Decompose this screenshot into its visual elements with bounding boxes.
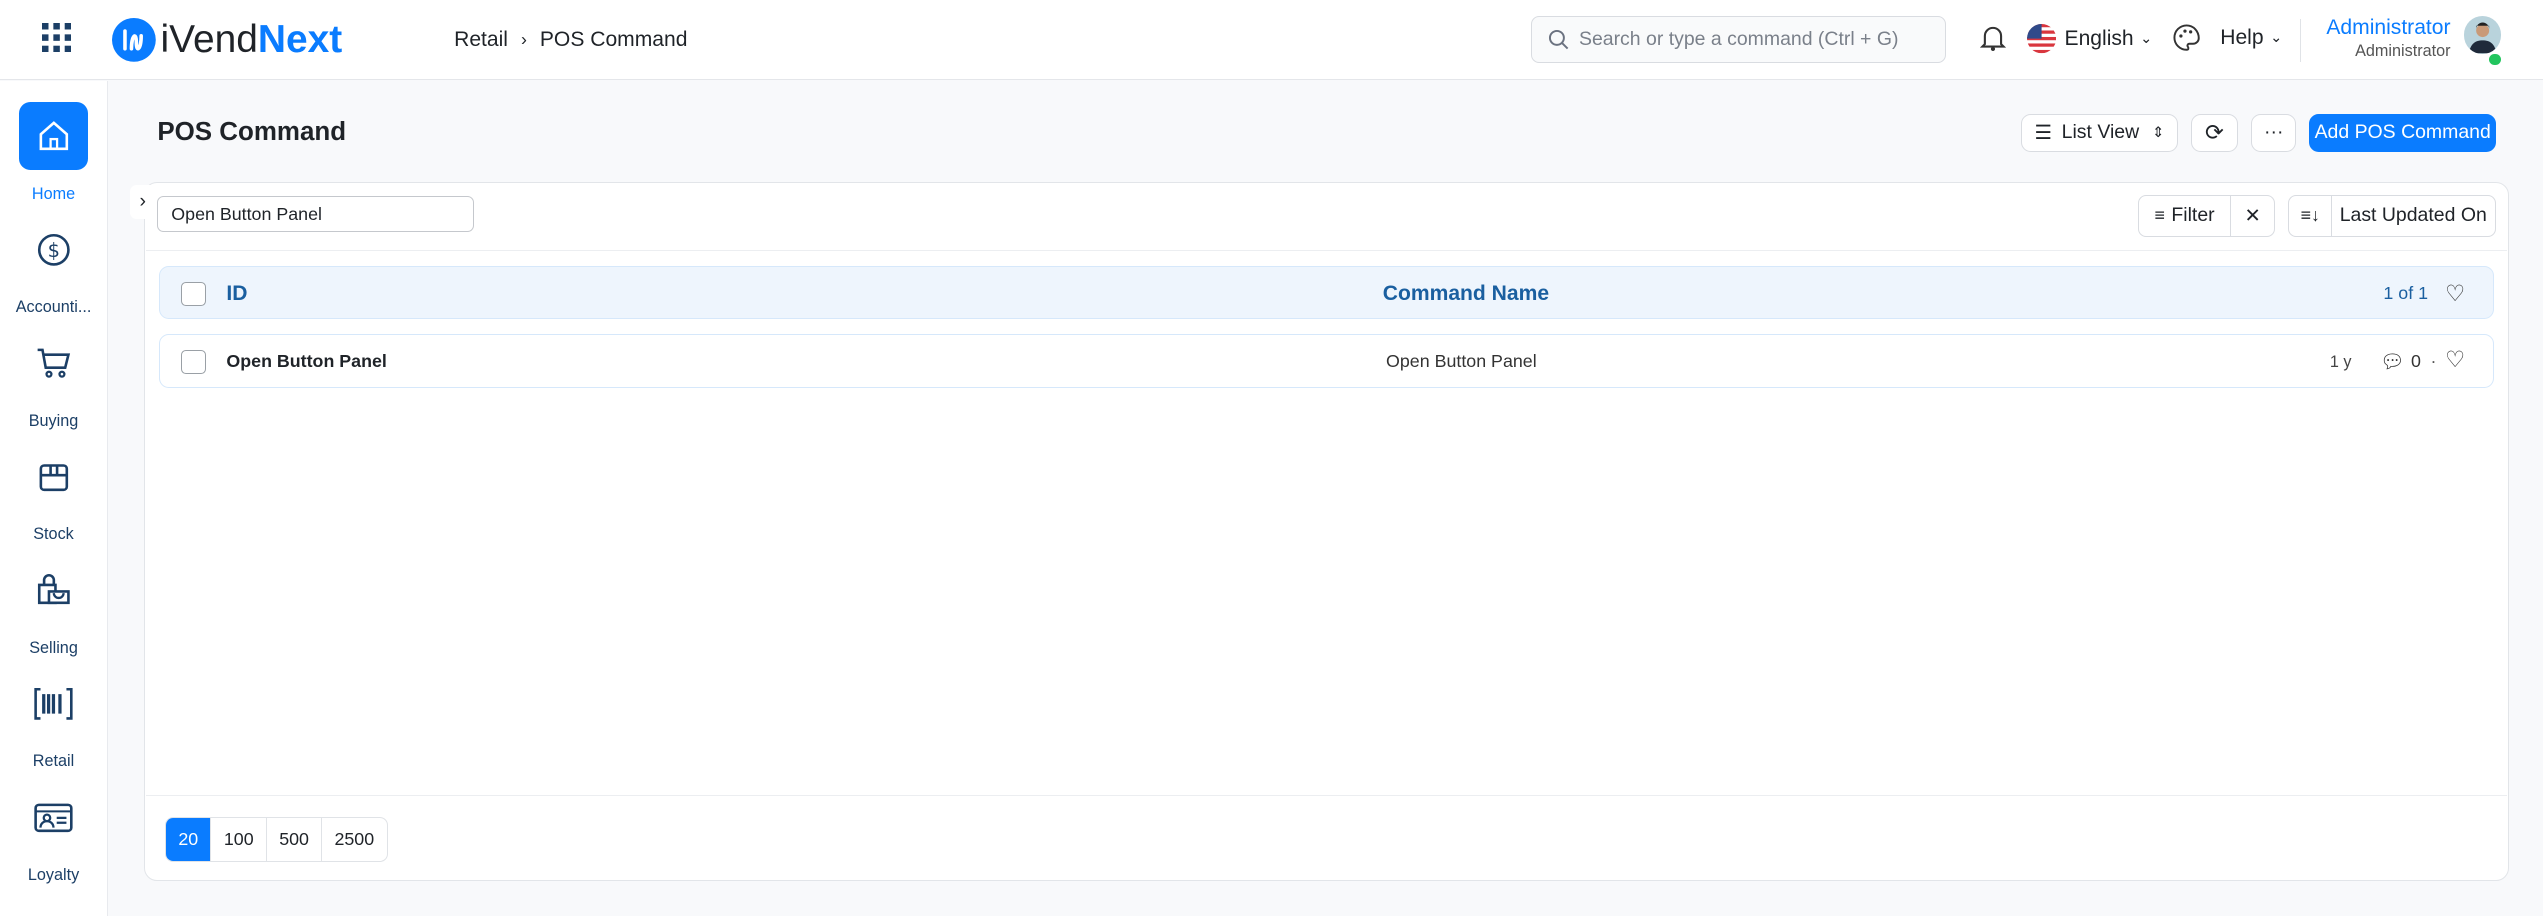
- filter-label: Filter: [2171, 204, 2215, 227]
- sidebar-item-label: Accounti...: [15, 298, 92, 317]
- more-icon: ···: [2264, 121, 2284, 144]
- breadcrumb-pos-command[interactable]: POS Command: [540, 28, 688, 52]
- table-row[interactable]: Open Button Panel Open Button Panel 1 y …: [158, 334, 2495, 388]
- avatar[interactable]: [2463, 16, 2501, 54]
- comment-icon: 💬︎: [2380, 350, 2405, 373]
- select-all-checkbox[interactable]: [181, 281, 206, 307]
- shopping-bag-icon: [19, 556, 87, 624]
- record-count: 1 of 1: [2383, 283, 2429, 304]
- sidebar-item-label: Home: [31, 184, 76, 203]
- separator-dot: ·: [2430, 351, 2437, 372]
- sidebar: Home $ Accounti... Buying Stock Selling …: [0, 81, 109, 916]
- filter-input-value: Open Button Panel: [171, 203, 322, 224]
- sort-descending-icon: ≡↓: [2300, 205, 2320, 226]
- row-command-name: Open Button Panel: [1386, 351, 1537, 372]
- row-modified-time: 1 y: [2329, 352, 2352, 371]
- help-label: Help: [2220, 25, 2264, 49]
- bell-icon[interactable]: [1980, 23, 2007, 59]
- refresh-icon: ⟳: [2205, 119, 2225, 146]
- user-menu[interactable]: Administrator Administrator: [2326, 16, 2450, 61]
- sort-by-button[interactable]: Last Updated On: [2330, 194, 2496, 237]
- row-comment-count: 0: [2410, 351, 2421, 372]
- top-navbar: iVend Next Retail › POS Command Search or…: [0, 0, 2543, 81]
- user-name: Administrator: [2326, 16, 2451, 40]
- app-logo[interactable]: iVend Next: [111, 17, 343, 62]
- sidebar-toggle-button[interactable]: ›: [129, 184, 156, 219]
- search-icon: [1549, 30, 1569, 50]
- command-name-filter-input[interactable]: Open Button Panel: [157, 196, 474, 232]
- sidebar-item-selling[interactable]: Selling: [0, 556, 107, 658]
- app-grid-icon[interactable]: [42, 22, 72, 59]
- list-view-selector[interactable]: ☰ List View ⇕: [2020, 113, 2179, 153]
- app-name-accent: Next: [257, 17, 343, 61]
- sidebar-item-accounting[interactable]: $ Accounti...: [0, 216, 107, 318]
- heart-icon[interactable]: ♡: [2445, 280, 2465, 307]
- sidebar-item-label: Stock: [33, 525, 74, 544]
- sidebar-item-stock[interactable]: Stock: [0, 443, 107, 545]
- chevron-down-icon: ⌄: [2140, 31, 2153, 48]
- breadcrumb: Retail › POS Command: [454, 28, 687, 52]
- page-size-2500[interactable]: 2500: [322, 818, 387, 860]
- filter-icon: ≡: [2154, 205, 2165, 226]
- sort-direction-button[interactable]: ≡↓: [2288, 194, 2333, 237]
- clear-filter-button[interactable]: ✕: [2229, 194, 2276, 237]
- sidebar-item-label: Retail: [32, 752, 75, 771]
- sidebar-item-label: Loyalty: [27, 866, 80, 885]
- list-view-label: List View: [2061, 121, 2140, 144]
- close-icon: ✕: [2244, 204, 2261, 227]
- page-length-selector: 20 100 500 2500: [165, 817, 388, 862]
- sidebar-item-retail[interactable]: Retail: [0, 670, 107, 772]
- add-button-label: Add POS Command: [2314, 121, 2491, 144]
- filter-button[interactable]: ≡ Filter: [2137, 194, 2232, 237]
- chevron-down-icon: ⌄: [2270, 30, 2283, 47]
- palette-icon[interactable]: [2172, 23, 2201, 59]
- column-header-command-name[interactable]: Command Name: [1383, 282, 1549, 306]
- id-card-icon: [19, 783, 87, 851]
- sort-updown-icon: ⇕: [2152, 125, 2165, 142]
- sidebar-item-loyalty[interactable]: Loyalty: [0, 783, 107, 885]
- search-input[interactable]: Search or type a command (Ctrl + G): [1530, 16, 1947, 64]
- logo-icon: [111, 17, 156, 62]
- app-name: iVend: [160, 17, 258, 61]
- search-placeholder: Search or type a command (Ctrl + G): [1578, 28, 1899, 51]
- box-icon: [19, 443, 87, 511]
- sidebar-item-label: Selling: [29, 638, 78, 657]
- sidebar-item-home[interactable]: Home: [0, 102, 107, 204]
- language-label: English: [2064, 26, 2134, 50]
- language-selector[interactable]: English ⌄: [2027, 24, 2153, 54]
- row-checkbox[interactable]: [181, 349, 206, 375]
- sidebar-item-label: Buying: [28, 411, 79, 430]
- add-pos-command-button[interactable]: Add POS Command: [2309, 113, 2496, 153]
- us-flag-icon: [2027, 24, 2057, 54]
- table-header-row: ID Command Name 1 of 1 ♡: [158, 265, 2495, 320]
- heart-icon[interactable]: ♡: [2445, 346, 2465, 373]
- page-size-500[interactable]: 500: [267, 818, 322, 861]
- online-status-dot: [2489, 53, 2501, 65]
- barcode-icon: [19, 670, 87, 738]
- chevron-right-icon: ›: [520, 29, 527, 50]
- chevron-right-icon: ›: [139, 190, 146, 213]
- page-size-100[interactable]: 100: [211, 818, 268, 861]
- page-size-20[interactable]: 20: [166, 818, 212, 861]
- user-role: Administrator: [2355, 41, 2451, 60]
- more-actions-button[interactable]: ···: [2251, 113, 2297, 153]
- divider: [145, 249, 2508, 252]
- divider: [2299, 19, 2302, 62]
- dollar-icon: $: [19, 216, 87, 284]
- cart-icon: [19, 329, 87, 397]
- page-title: POS Command: [157, 118, 347, 147]
- refresh-button[interactable]: ⟳: [2191, 113, 2239, 153]
- sort-label: Last Updated On: [2339, 204, 2487, 227]
- help-menu[interactable]: Help ⌄: [2220, 26, 2282, 50]
- svg-text:$: $: [47, 239, 59, 262]
- row-id-link[interactable]: Open Button Panel: [226, 351, 386, 372]
- sidebar-item-buying[interactable]: Buying: [0, 329, 107, 431]
- breadcrumb-retail[interactable]: Retail: [454, 28, 508, 52]
- column-header-id[interactable]: ID: [226, 282, 247, 306]
- divider: [145, 794, 2508, 797]
- home-icon: [19, 102, 88, 171]
- list-icon: ☰: [2034, 121, 2052, 144]
